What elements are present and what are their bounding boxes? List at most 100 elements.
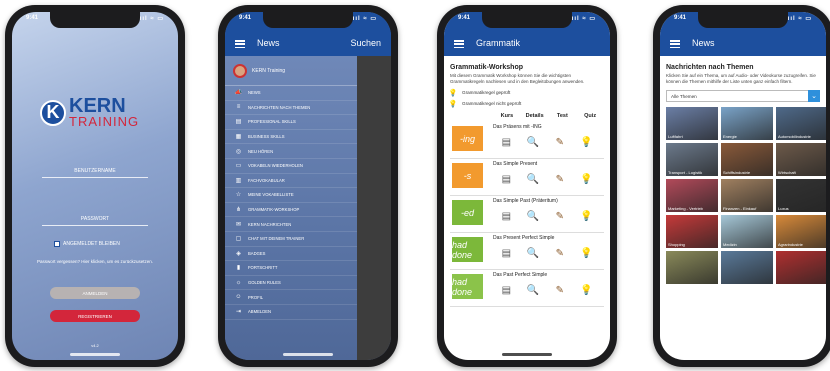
page-description: Klicken Sie auf ein Thema, um auf Audio-… <box>666 73 816 84</box>
topic-tile[interactable]: Shopping <box>666 215 718 248</box>
notch <box>263 12 353 28</box>
hamburger-icon[interactable] <box>235 40 245 48</box>
quiz-bulb-icon[interactable]: 💡 <box>579 208 595 224</box>
menu-item-label: BADGES <box>248 250 266 256</box>
details-icon[interactable]: 🔍 <box>525 208 541 224</box>
forgot-password-link[interactable]: Passwort vergessen? Hier klicken, um es … <box>28 259 162 264</box>
menu-item[interactable]: ≡ NACHRICHTEN NACH THEMEN <box>225 101 357 116</box>
home-indicator <box>70 353 120 356</box>
home-indicator <box>502 353 552 356</box>
menu-item-label: ABMELDEN <box>248 309 272 315</box>
topic-tile[interactable]: Medizin <box>721 215 773 248</box>
menu-item[interactable]: ◎ NEU HÖREN <box>225 144 357 159</box>
topic-filter-select[interactable]: Alle Themen ⌄ <box>666 90 820 102</box>
topic-tile[interactable] <box>721 251 773 284</box>
checkbox-icon[interactable] <box>54 241 60 247</box>
menu-item[interactable]: ✉ KERN NACHRICHTEN <box>225 217 357 232</box>
topic-label: Automobilindustrie <box>778 134 811 139</box>
status-time: 9:41 <box>458 15 471 21</box>
topic-label: Agrarindustrie <box>778 242 803 247</box>
chat-icon: ▢ <box>235 236 242 243</box>
register-button[interactable]: REGISTRIEREN <box>50 310 140 322</box>
topic-tile[interactable]: Automobilindustrie <box>776 107 826 140</box>
topic-tile[interactable]: Wirtschaft <box>776 143 826 176</box>
status-time: 9:41 <box>239 15 252 21</box>
menu-item[interactable]: ⇥ ABMELDEN <box>225 305 357 320</box>
remember-label: ANGEMELDET BLEIBEN <box>63 241 120 247</box>
menu-item[interactable]: ▦ BUSINESS SKILLS <box>225 130 357 145</box>
column-header: Quiz <box>584 113 597 119</box>
test-icon[interactable]: ✎ <box>552 245 568 261</box>
quiz-bulb-icon[interactable]: 💡 <box>579 171 595 187</box>
menu-item[interactable]: 📣 NEWS <box>225 86 357 101</box>
test-icon[interactable]: ✎ <box>552 171 568 187</box>
quiz-bulb-icon[interactable]: 💡 <box>579 282 595 298</box>
quiz-bulb-icon[interactable]: 💡 <box>579 245 595 261</box>
menu-list: 📣 NEWS ≡ NACHRICHTEN NACH THEMEN ▤ PROFESSION… <box>225 86 357 320</box>
test-icon[interactable]: ✎ <box>552 282 568 298</box>
lesson-thumbnail[interactable]: had done <box>452 237 483 262</box>
lesson-thumbnail[interactable]: -s <box>452 163 483 188</box>
course-icon[interactable]: ▤ <box>498 245 514 261</box>
details-icon[interactable]: 🔍 <box>525 171 541 187</box>
username-field[interactable]: BENUTZERNAME <box>42 162 148 178</box>
content-overlay[interactable] <box>357 56 391 360</box>
chart-icon: ▦ <box>235 134 242 141</box>
menu-item-label: NACHRICHTEN NACH THEMEN <box>248 104 311 110</box>
phone-menu: 9:41 ııl ≈ ▭ News Suchen KERN Training 📣… <box>218 5 398 367</box>
login-button[interactable]: ANMELDEN <box>50 287 140 299</box>
topic-tile[interactable]: Luxus <box>776 179 826 212</box>
menu-item[interactable]: ☺ PROFIL <box>225 290 357 305</box>
topic-tile[interactable] <box>776 251 826 284</box>
menu-item-label: NEWS <box>248 90 261 96</box>
menu-item[interactable]: ☆ MEINE VOKABELLISTE <box>225 188 357 203</box>
menu-item[interactable]: ▭ VOKABELN WIEDERHOLEN <box>225 159 357 174</box>
lesson-thumbnail[interactable]: -ing <box>452 126 483 151</box>
menu-item[interactable]: ▮ FORTSCHRITT <box>225 261 357 276</box>
course-icon[interactable]: ▤ <box>498 171 514 187</box>
menu-item[interactable]: ⋔ GRAMMATIK-WORKSHOP <box>225 203 357 218</box>
topic-tile[interactable] <box>666 251 718 284</box>
password-field[interactable]: PASSWORT <box>42 210 148 226</box>
topic-tile[interactable]: Agrarindustrie <box>776 215 826 248</box>
topic-tile[interactable]: Transport - Logistik <box>666 143 718 176</box>
topic-tile[interactable]: Energie <box>721 107 773 140</box>
course-icon[interactable]: ▤ <box>498 134 514 150</box>
menu-item-label: BUSINESS SKILLS <box>248 134 285 140</box>
status-icons: ııl ≈ ▭ <box>787 16 812 22</box>
menu-item-label: GRAMMATIK-WORKSHOP <box>248 207 300 213</box>
status-icons: ııl ≈ ▭ <box>571 16 596 22</box>
remember-checkbox[interactable]: ANGEMELDET BLEIBEN <box>54 241 120 247</box>
test-icon[interactable]: ✎ <box>552 134 568 150</box>
details-icon[interactable]: 🔍 <box>525 282 541 298</box>
menu-item[interactable]: ◈ BADGES <box>225 247 357 262</box>
mail-icon: ✉ <box>235 221 242 228</box>
legend-unchecked: 💡 Grammatikregel nicht geprüft <box>449 100 604 108</box>
hamburger-icon[interactable] <box>454 40 464 48</box>
lesson-row: -ed Das Simple Past (Präteritum) ▤ 🔍 ✎ 💡 <box>450 196 604 233</box>
lesson-row: -s Das Simple Present ▤ 🔍 ✎ 💡 <box>450 159 604 196</box>
hamburger-icon[interactable] <box>670 40 680 48</box>
lesson-thumbnail[interactable]: -ed <box>452 200 483 225</box>
course-icon[interactable]: ▤ <box>498 208 514 224</box>
lesson-thumbnail[interactable]: had done <box>452 274 483 299</box>
topic-tile[interactable]: Luftfahrt <box>666 107 718 140</box>
details-icon[interactable]: 🔍 <box>525 134 541 150</box>
quiz-bulb-icon[interactable]: 💡 <box>579 134 595 150</box>
topic-tile[interactable]: Marketing - Vertrieb <box>666 179 718 212</box>
test-icon[interactable]: ✎ <box>552 208 568 224</box>
phone-login: 9:41 ııl ≈ ▭ K KERN TRAINING BENUTZERNAM… <box>5 5 185 367</box>
status-time: 9:41 <box>674 15 687 21</box>
course-icon[interactable]: ▤ <box>498 282 514 298</box>
menu-item[interactable]: ☼ GOLDEN RULES <box>225 276 357 291</box>
search-button[interactable]: Suchen <box>350 38 381 48</box>
topic-tile[interactable]: Finanzen - Einkauf <box>721 179 773 212</box>
lesson-row: -ing Das Präsens mit -ING ▤ 🔍 ✎ 💡 <box>450 122 604 159</box>
menu-item[interactable]: ▢ CHAT MIT DEINEM TRAINER <box>225 232 357 247</box>
chevron-down-icon[interactable]: ⌄ <box>808 90 820 102</box>
menu-item[interactable]: ▤ PROFESSIONAL SKILLS <box>225 115 357 130</box>
details-icon[interactable]: 🔍 <box>525 245 541 261</box>
topic-tile[interactable]: Schiffsindustrie <box>721 143 773 176</box>
menu-item[interactable]: ▥ FACHVOKABULAR <box>225 174 357 189</box>
legend-checked-label: Grammatikregel geprüft <box>462 90 511 95</box>
